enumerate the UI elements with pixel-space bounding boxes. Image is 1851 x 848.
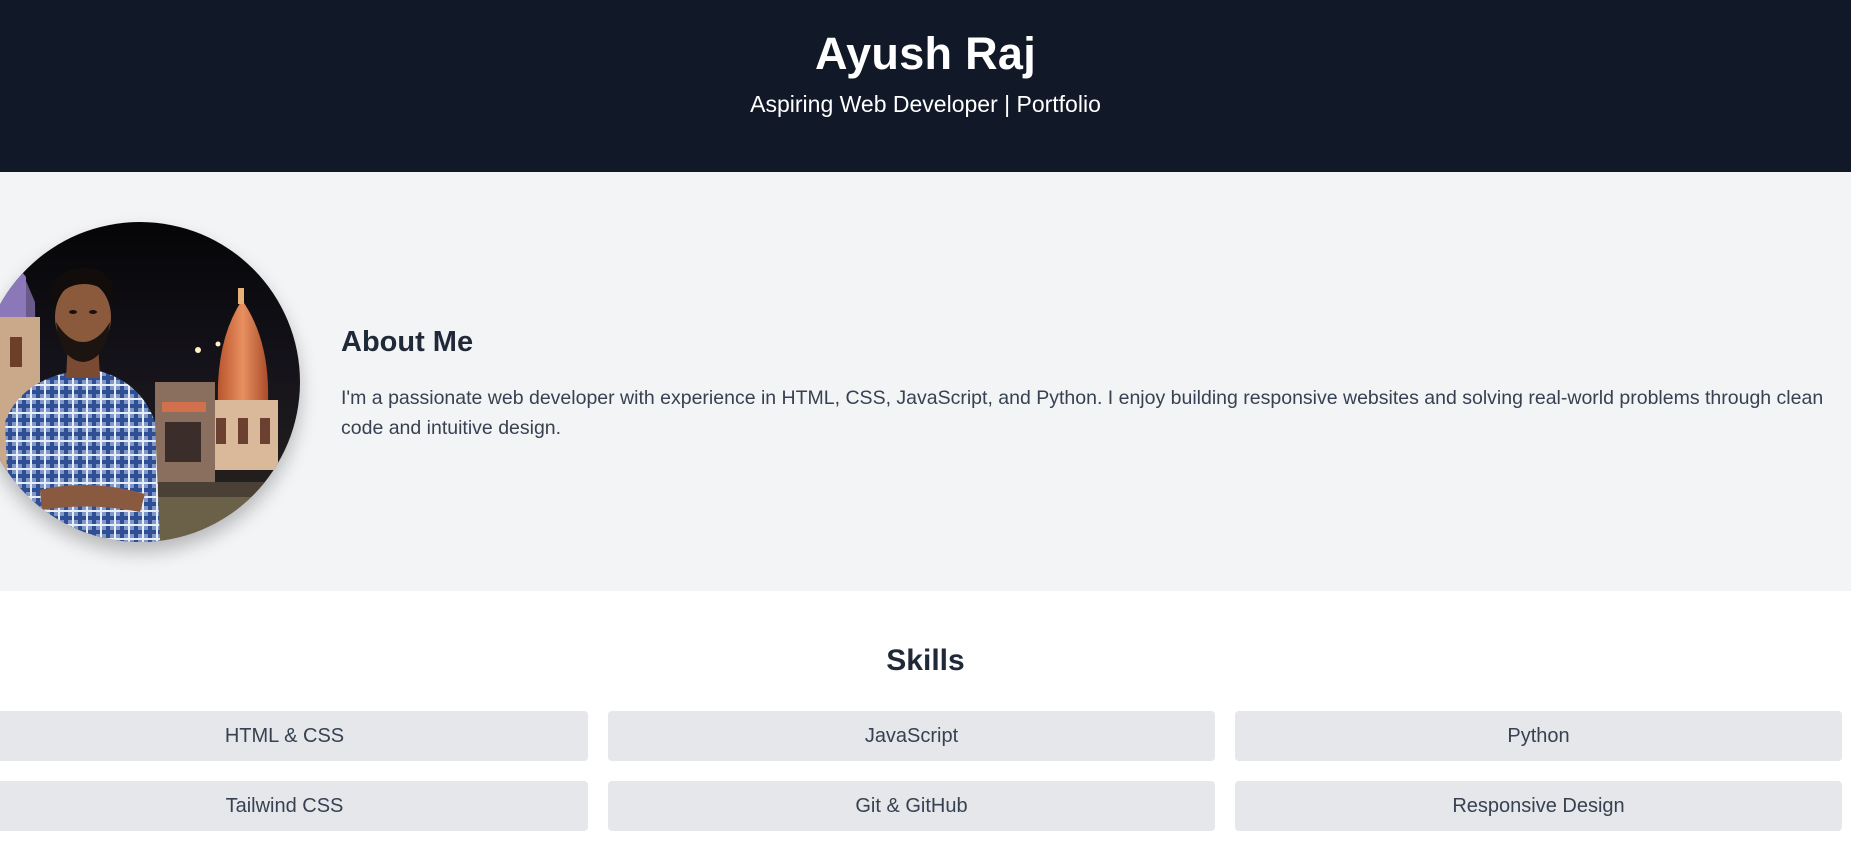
profile-photo (0, 222, 300, 542)
site-title: Ayush Raj (814, 28, 1037, 79)
about-section: About Me I'm a passionate web developer … (0, 172, 1851, 591)
skill-card: HTML & CSS (0, 711, 588, 761)
site-subtitle: Aspiring Web Developer | Portfolio (750, 91, 1101, 117)
about-text: I'm a passionate web developer with expe… (341, 387, 1824, 439)
skills-section: Skills HTML & CSS JavaScript Python Tail… (0, 591, 1851, 848)
about-heading: About Me (341, 326, 474, 358)
skill-card: JavaScript (608, 711, 1215, 761)
site-header: Ayush Raj Aspiring Web Developer | Portf… (0, 0, 1851, 172)
skill-card: Git & GitHub (608, 781, 1215, 831)
skill-card: Python (1235, 711, 1842, 761)
skill-card: Responsive Design (1235, 781, 1842, 831)
skill-card: Tailwind CSS (0, 781, 588, 831)
skills-heading: Skills (886, 644, 965, 677)
